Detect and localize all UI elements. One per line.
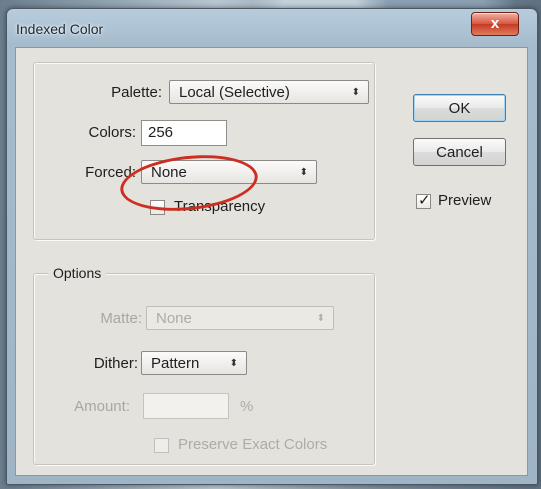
transparency-label: Transparency bbox=[174, 198, 266, 215]
options-group: Options Matte: None ⬍ Dither: Pattern ⬍ … bbox=[33, 265, 375, 465]
matte-select[interactable]: None ⬍ bbox=[146, 306, 334, 330]
palette-value: Local (Selective) bbox=[179, 84, 290, 101]
options-legend: Options bbox=[48, 265, 107, 281]
preserve-exact-colors-checkbox[interactable] bbox=[154, 438, 169, 453]
colors-label: Colors: bbox=[88, 124, 136, 141]
matte-label: Matte: bbox=[100, 310, 142, 327]
indexed-color-dialog: Indexed Color x Palette: Local (Selectiv… bbox=[6, 8, 538, 485]
palette-group: Palette: Local (Selective) ⬍ Colors: 256… bbox=[33, 62, 375, 240]
select-arrows-icon: ⬍ bbox=[351, 87, 360, 98]
amount-unit: % bbox=[240, 398, 254, 415]
close-icon: x bbox=[490, 15, 500, 32]
preserve-exact-colors-label: Preserve Exact Colors bbox=[178, 436, 328, 453]
dither-select[interactable]: Pattern ⬍ bbox=[141, 351, 247, 375]
forced-select[interactable]: None ⬍ bbox=[141, 160, 317, 184]
amount-label: Amount: bbox=[74, 398, 130, 415]
palette-select[interactable]: Local (Selective) ⬍ bbox=[169, 80, 369, 104]
dither-value: Pattern bbox=[151, 355, 200, 372]
preview-label: Preview bbox=[438, 192, 492, 209]
select-arrows-icon: ⬍ bbox=[299, 167, 308, 178]
amount-input[interactable] bbox=[143, 393, 229, 419]
forced-label: Forced: bbox=[85, 164, 136, 181]
transparency-checkbox[interactable] bbox=[150, 200, 165, 215]
close-button[interactable]: x bbox=[471, 12, 519, 36]
select-arrows-icon: ⬍ bbox=[316, 313, 325, 324]
colors-input[interactable]: 256 bbox=[141, 120, 227, 146]
matte-value: None bbox=[156, 310, 192, 327]
dither-label: Dither: bbox=[93, 355, 138, 372]
dialog-client-area: Palette: Local (Selective) ⬍ Colors: 256… bbox=[15, 47, 528, 476]
cancel-button[interactable]: Cancel bbox=[413, 138, 506, 166]
dialog-title: Indexed Color bbox=[16, 21, 104, 37]
preview-checkbox[interactable]: ✓ bbox=[416, 192, 431, 209]
ok-button[interactable]: OK bbox=[413, 94, 506, 122]
select-arrows-icon: ⬍ bbox=[229, 358, 238, 369]
checkmark-icon: ✓ bbox=[418, 192, 431, 209]
forced-value: None bbox=[151, 164, 187, 181]
palette-label: Palette: bbox=[111, 84, 162, 101]
